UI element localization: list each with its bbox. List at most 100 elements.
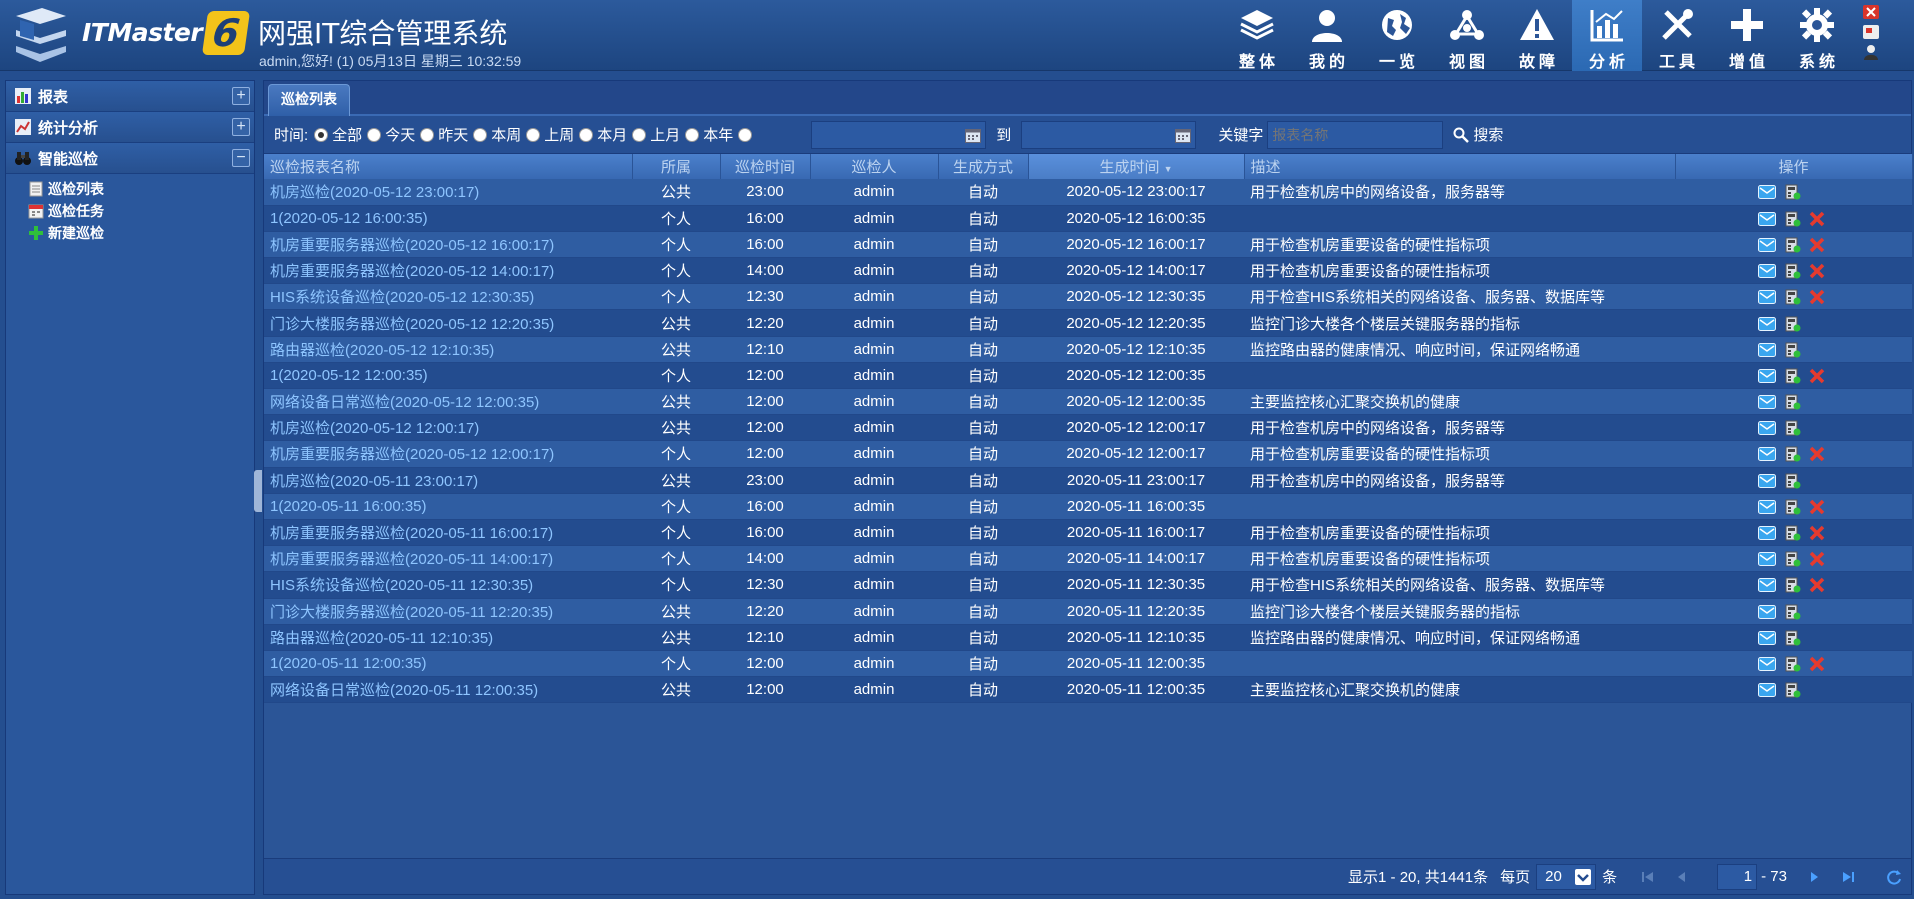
cell-report-name[interactable]: 机房巡检(2020-05-12 12:00:17) bbox=[264, 414, 632, 442]
edit-icon[interactable] bbox=[1783, 211, 1801, 227]
delete-icon[interactable] bbox=[1808, 577, 1826, 593]
table-row[interactable]: 机房重要服务器巡检(2020-05-11 14:00:17) 个人 14:00 adm… bbox=[264, 545, 1912, 573]
sidebar-collapse-handle[interactable] bbox=[254, 470, 262, 512]
email-icon[interactable] bbox=[1758, 446, 1776, 462]
time-range-radio[interactable]: 上月 bbox=[632, 124, 680, 145]
edit-icon[interactable] bbox=[1783, 237, 1801, 253]
table-row[interactable]: 1(2020-05-11 16:00:35) 个人 16:00 admin 自动 2020… bbox=[264, 493, 1912, 520]
sidebar-item-new-inspection[interactable]: 新建巡检 bbox=[28, 222, 254, 244]
email-icon[interactable] bbox=[1758, 656, 1776, 672]
edit-icon[interactable] bbox=[1783, 630, 1801, 646]
cell-report-name[interactable]: HIS系统设备巡检(2020-05-11 12:30:35) bbox=[264, 571, 632, 599]
per-page-select[interactable]: 20 bbox=[1536, 863, 1597, 890]
table-row[interactable]: 机房重要服务器巡检(2020-05-12 16:00:17) 个人 16:00 adm… bbox=[264, 231, 1912, 259]
table-row[interactable]: 门诊大楼服务器巡检(2020-05-11 12:20:35) 公共 12:20 adm… bbox=[264, 598, 1912, 625]
email-icon[interactable] bbox=[1758, 420, 1776, 436]
edit-icon[interactable] bbox=[1783, 316, 1801, 332]
table-row[interactable]: 1(2020-05-11 12:00:35) 个人 12:00 admin 自动 2020… bbox=[264, 650, 1912, 678]
nav-overview[interactable]: 一览 bbox=[1362, 0, 1432, 71]
email-icon[interactable] bbox=[1758, 211, 1776, 227]
email-icon[interactable] bbox=[1758, 682, 1776, 698]
tab-inspection-list[interactable]: 巡检列表 bbox=[268, 84, 350, 116]
cell-report-name[interactable]: 网络设备日常巡检(2020-05-11 12:00:35) bbox=[264, 676, 632, 704]
time-range-custom-radio[interactable] bbox=[738, 127, 756, 142]
table-row[interactable]: 1(2020-05-12 16:00:35) 个人 16:00 admin 自动 2020… bbox=[264, 205, 1912, 232]
email-icon[interactable] bbox=[1758, 184, 1776, 200]
search-button[interactable]: 搜索 bbox=[1453, 124, 1503, 145]
cell-report-name[interactable]: HIS系统设备巡检(2020-05-12 12:30:35) bbox=[264, 283, 632, 311]
delete-icon[interactable] bbox=[1808, 237, 1826, 253]
nav-overall[interactable]: 整体 bbox=[1222, 0, 1292, 71]
column-header-inspector[interactable]: 巡检人 bbox=[810, 154, 939, 179]
edit-icon[interactable] bbox=[1783, 342, 1801, 358]
time-range-radio[interactable]: 全部 bbox=[314, 124, 362, 145]
column-header-owner[interactable]: 所属 bbox=[632, 154, 721, 179]
delete-icon[interactable] bbox=[1808, 289, 1826, 305]
cell-report-name[interactable]: 机房重要服务器巡检(2020-05-11 14:00:17) bbox=[264, 545, 632, 573]
email-icon[interactable] bbox=[1758, 577, 1776, 593]
email-icon[interactable] bbox=[1758, 316, 1776, 332]
sidebar-item-inspection-task[interactable]: 巡检任务 bbox=[28, 200, 254, 222]
email-icon[interactable] bbox=[1758, 525, 1776, 541]
nav-view[interactable]: 视图 bbox=[1432, 0, 1502, 71]
column-header-description[interactable]: 描述 bbox=[1244, 154, 1676, 179]
column-header-time[interactable]: 巡检时间 bbox=[720, 154, 811, 179]
table-row[interactable]: HIS系统设备巡检(2020-05-11 12:30:35) 个人 12:30 adm… bbox=[264, 571, 1912, 599]
time-range-radio[interactable]: 本月 bbox=[579, 124, 627, 145]
cell-report-name[interactable]: 机房重要服务器巡检(2020-05-12 12:00:17) bbox=[264, 440, 632, 468]
logout-icon[interactable] bbox=[1862, 4, 1880, 20]
table-row[interactable]: 机房重要服务器巡检(2020-05-12 14:00:17) 个人 14:00 adm… bbox=[264, 257, 1912, 285]
calendar-icon[interactable] bbox=[1175, 128, 1192, 143]
expand-icon[interactable]: + bbox=[232, 87, 250, 105]
table-row[interactable]: 机房重要服务器巡检(2020-05-12 12:00:17) 个人 12:00 adm… bbox=[264, 440, 1912, 468]
table-row[interactable]: 网络设备日常巡检(2020-05-11 12:00:35) 公共 12:00 admi… bbox=[264, 676, 1912, 704]
edit-icon[interactable] bbox=[1783, 368, 1801, 384]
time-range-radio[interactable]: 昨天 bbox=[420, 124, 468, 145]
sidebar-section-reports[interactable]: 报表 + bbox=[6, 81, 254, 112]
edit-icon[interactable] bbox=[1783, 473, 1801, 489]
time-range-radio[interactable]: 本周 bbox=[473, 124, 521, 145]
email-icon[interactable] bbox=[1758, 263, 1776, 279]
collapse-icon[interactable]: − bbox=[232, 149, 250, 167]
page-number-input[interactable]: 1 bbox=[1717, 863, 1758, 890]
time-range-radio[interactable]: 今天 bbox=[367, 124, 415, 145]
email-icon[interactable] bbox=[1758, 289, 1776, 305]
refresh-icon[interactable] bbox=[1885, 868, 1903, 886]
delete-icon[interactable] bbox=[1808, 656, 1826, 672]
nav-tools[interactable]: 工具 bbox=[1642, 0, 1712, 71]
time-range-radio[interactable]: 上周 bbox=[526, 124, 574, 145]
table-row[interactable]: 机房重要服务器巡检(2020-05-11 16:00:17) 个人 16:00 adm… bbox=[264, 519, 1912, 547]
email-icon[interactable] bbox=[1758, 473, 1776, 489]
keyword-input[interactable] bbox=[1267, 120, 1444, 149]
edit-icon[interactable] bbox=[1783, 525, 1801, 541]
nav-analysis[interactable]: 分析 bbox=[1572, 0, 1642, 71]
cell-report-name[interactable]: 路由器巡检(2020-05-12 12:10:35) bbox=[264, 336, 632, 363]
edit-icon[interactable] bbox=[1783, 184, 1801, 200]
delete-icon[interactable] bbox=[1808, 551, 1826, 567]
table-row[interactable]: 路由器巡检(2020-05-12 12:10:35) 公共 12:10 admin 自动… bbox=[264, 336, 1912, 363]
nav-value-add[interactable]: 增值 bbox=[1712, 0, 1782, 71]
delete-icon[interactable] bbox=[1808, 499, 1826, 515]
email-icon[interactable] bbox=[1758, 342, 1776, 358]
cell-report-name[interactable]: 门诊大楼服务器巡检(2020-05-11 12:20:35) bbox=[264, 598, 632, 625]
delete-icon[interactable] bbox=[1808, 446, 1826, 462]
delete-icon[interactable] bbox=[1808, 368, 1826, 384]
cell-report-name[interactable]: 1(2020-05-11 16:00:35) bbox=[264, 493, 632, 520]
table-row[interactable]: 路由器巡检(2020-05-11 12:10:35) 公共 12:10 admin 自动… bbox=[264, 624, 1912, 651]
edit-icon[interactable] bbox=[1783, 394, 1801, 410]
sidebar-section-inspection[interactable]: 智能巡检 − bbox=[6, 143, 254, 174]
edit-icon[interactable] bbox=[1783, 420, 1801, 436]
edit-icon[interactable] bbox=[1783, 446, 1801, 462]
cell-report-name[interactable]: 路由器巡检(2020-05-11 12:10:35) bbox=[264, 624, 632, 651]
column-header-name[interactable]: 巡检报表名称 bbox=[264, 154, 633, 179]
email-icon[interactable] bbox=[1758, 237, 1776, 253]
nav-system[interactable]: 系统 bbox=[1782, 0, 1852, 71]
cell-report-name[interactable]: 网络设备日常巡检(2020-05-12 12:00:35) bbox=[264, 388, 632, 416]
fullscreen-icon[interactable] bbox=[1862, 24, 1880, 40]
sidebar-item-inspection-list[interactable]: 巡检列表 bbox=[28, 178, 254, 200]
nav-mine[interactable]: 我的 bbox=[1292, 0, 1362, 71]
cell-report-name[interactable]: 机房巡检(2020-05-12 23:00:17) bbox=[264, 179, 632, 206]
column-header-mode[interactable]: 生成方式 bbox=[938, 154, 1029, 179]
email-icon[interactable] bbox=[1758, 394, 1776, 410]
user-profile-icon[interactable] bbox=[1862, 44, 1880, 60]
